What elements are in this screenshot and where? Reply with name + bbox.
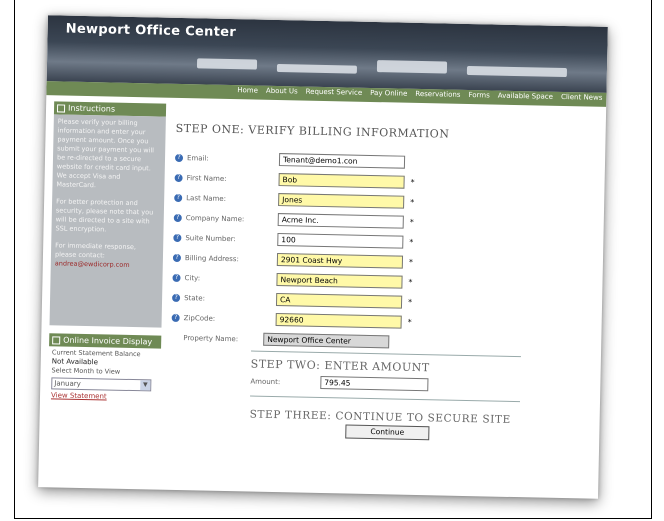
help-icon[interactable]: ? <box>172 293 181 302</box>
help-icon[interactable]: ? <box>171 313 180 322</box>
help-icon[interactable]: ? <box>174 173 183 182</box>
required-mark: * <box>410 197 415 207</box>
nav-client-news[interactable]: Client News <box>561 93 603 102</box>
required-mark: * <box>408 257 414 267</box>
month-label: Select Month to View <box>51 366 121 376</box>
instructions-text-2: For better protection and security, plea… <box>55 197 154 234</box>
billing-address-field[interactable]: 2901 Coast Hwy <box>276 253 404 269</box>
view-statement-link[interactable]: View Statement <box>51 391 157 402</box>
invoice-panel: Online Invoice Display Current Statement… <box>48 333 162 404</box>
help-icon[interactable]: ? <box>172 273 181 282</box>
amount-label: Amount: <box>250 377 281 386</box>
field-label: Billing Address: <box>184 253 239 263</box>
help-icon[interactable]: ? <box>173 233 182 242</box>
nav-available-space[interactable]: Available Space <box>498 92 553 101</box>
field-label: Suite Number: <box>185 233 236 243</box>
field-label: City: <box>184 273 201 282</box>
harbor-boat-image <box>466 65 568 78</box>
instructions-body: Please verify your billing information a… <box>49 114 166 328</box>
month-select[interactable]: January ▼ <box>51 377 152 392</box>
divider <box>250 395 521 403</box>
site-logo[interactable]: Newport Office Center <box>66 22 237 41</box>
required-mark: * <box>409 217 414 227</box>
contact-email-link[interactable]: andrea@ewdicorp.com <box>55 259 159 270</box>
state-field[interactable]: CA <box>275 293 403 309</box>
required-mark: * <box>410 177 415 187</box>
field-label: First Name: <box>186 173 227 183</box>
amount-field[interactable]: 795.45 <box>320 375 429 392</box>
screenshot-sheet: Newport Office Center Home About Us Requ… <box>38 15 608 499</box>
suite-number-field[interactable]: 100 <box>277 233 404 249</box>
instructions-text-3: For immediate response, please contact: <box>54 241 137 260</box>
month-selected: January <box>54 378 81 388</box>
first-name-field[interactable]: Bob <box>278 173 405 189</box>
required-mark: * <box>408 277 413 287</box>
nav-about-us[interactable]: About Us <box>266 87 298 96</box>
field-label: State: <box>184 293 206 303</box>
harbor-boat-image <box>376 60 448 74</box>
city-field[interactable]: Newport Beach <box>276 273 403 289</box>
panel-icon <box>56 103 66 113</box>
zipcode-field[interactable]: 92660 <box>275 313 402 329</box>
step-one-heading: STEP ONE: VERIFY BILLING INFORMATION <box>175 121 450 141</box>
harbor-boat-image <box>276 63 358 74</box>
email-field[interactable]: Tenant@demo1.con <box>278 153 406 169</box>
header-banner: Newport Office Center <box>46 15 608 93</box>
harbor-boat-image <box>196 58 258 70</box>
nav-request-service[interactable]: Request Service <box>306 88 363 97</box>
field-label: Property Name: <box>183 333 239 343</box>
instructions-title: Instructions <box>67 103 116 114</box>
required-mark: * <box>407 317 412 327</box>
field-label: Email: <box>186 153 209 163</box>
chevron-down-icon[interactable]: ▼ <box>140 380 151 391</box>
continue-button[interactable]: Continue <box>345 424 430 441</box>
property-name-field: Newport Office Center <box>263 332 390 349</box>
help-icon[interactable]: ? <box>172 253 182 262</box>
instructions-text-1: Please verify your billing information a… <box>56 117 155 190</box>
help-icon[interactable]: ? <box>173 213 182 222</box>
panel-icon <box>52 335 61 345</box>
nav-home[interactable]: Home <box>237 86 258 94</box>
required-mark: * <box>407 297 413 307</box>
help-icon[interactable]: ? <box>174 153 184 162</box>
last-name-field[interactable]: Jones <box>278 193 405 209</box>
field-label: ZipCode: <box>183 313 216 323</box>
billing-form: STEP ONE: VERIFY BILLING INFORMATION ? E… <box>169 104 596 444</box>
required-mark: * <box>409 237 414 247</box>
field-label: Last Name: <box>186 193 227 203</box>
help-icon[interactable]: ? <box>174 193 183 202</box>
invoice-title: Online Invoice Display <box>63 335 153 347</box>
instructions-panel: Instructions Please verify your billing … <box>49 101 167 328</box>
nav-pay-online[interactable]: Pay Online <box>370 89 407 98</box>
step-three-heading: STEP THREE: CONTINUE TO SECURE SITE <box>249 408 511 426</box>
amount-row: Amount: 795.45 <box>250 375 590 395</box>
nav-forms[interactable]: Forms <box>468 91 489 99</box>
company-name-field[interactable]: Acme Inc. <box>277 213 404 229</box>
field-label: Company Name: <box>185 213 245 223</box>
nav-reservations[interactable]: Reservations <box>415 90 460 99</box>
